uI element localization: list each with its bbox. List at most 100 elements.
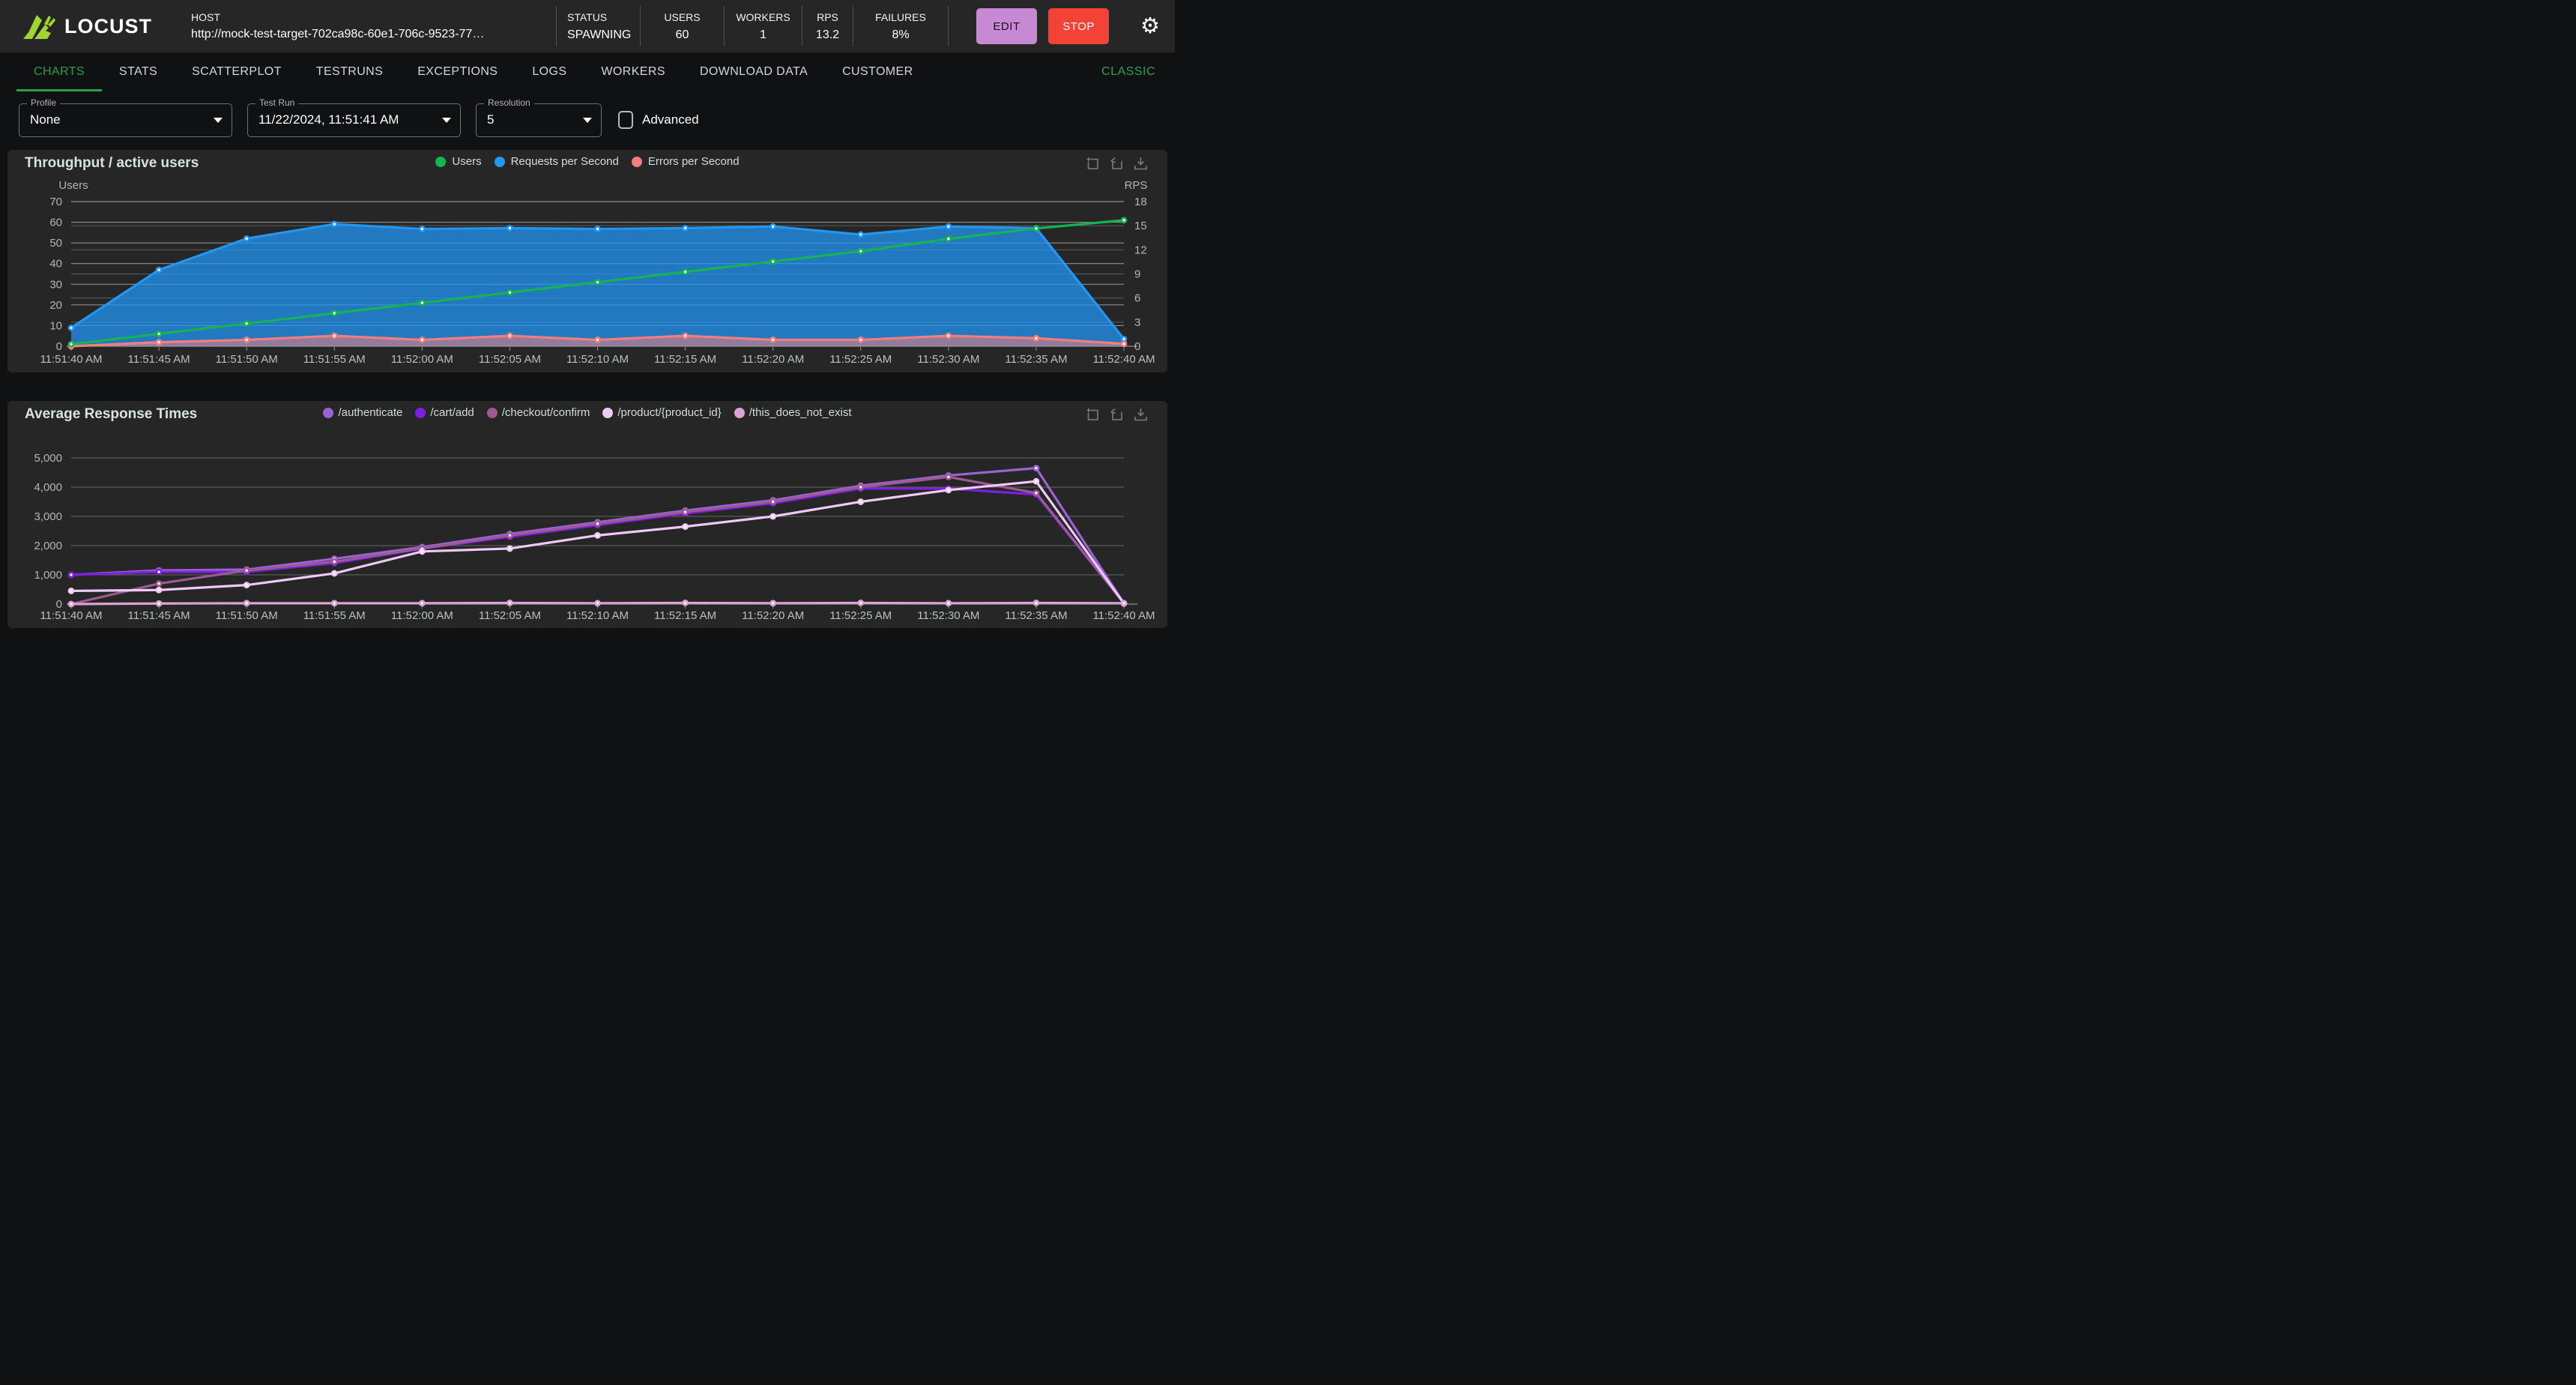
throughput-chart-card: 010203040506070Users0369121518RPS11:51:4… — [7, 150, 1167, 372]
chevron-down-icon — [583, 118, 592, 123]
tab-logs[interactable]: LOGS — [515, 52, 584, 91]
stat-rps-label: RPS — [813, 11, 842, 23]
legend-item-errors[interactable]: Errors per Second — [632, 155, 740, 168]
stat-failures-value: 8% — [864, 28, 937, 42]
legend-dot-users — [435, 157, 446, 167]
svg-text:11:52:00 AM: 11:52:00 AM — [391, 609, 453, 622]
tab-workers[interactable]: WORKERS — [584, 52, 682, 91]
svg-text:1,000: 1,000 — [34, 569, 62, 582]
classic-link[interactable]: CLASSIC — [1101, 52, 1155, 91]
svg-text:Users: Users — [58, 179, 88, 192]
legend-dot-this-does-not-exist — [734, 408, 745, 418]
svg-text:70: 70 — [49, 196, 62, 208]
svg-text:11:52:00 AM: 11:52:00 AM — [391, 353, 453, 366]
svg-text:11:52:15 AM: 11:52:15 AM — [654, 353, 716, 366]
test-run-select-value: 11/22/2024, 11:51:41 AM — [258, 112, 399, 127]
profile-select-label: Profile — [27, 97, 60, 108]
zoom-select-icon[interactable] — [1086, 408, 1100, 422]
locust-brand[interactable]: LOCUST — [0, 10, 191, 42]
tab-stats-label: STATS — [119, 65, 157, 79]
zoom-select-icon[interactable] — [1086, 157, 1100, 171]
svg-text:5,000: 5,000 — [34, 452, 62, 465]
resolution-select[interactable]: Resolution 5 — [476, 103, 602, 137]
svg-text:11:52:10 AM: 11:52:10 AM — [566, 609, 629, 622]
resolution-select-label: Resolution — [484, 97, 534, 108]
svg-text:30: 30 — [49, 278, 62, 291]
svg-text:11:51:45 AM: 11:51:45 AM — [128, 353, 190, 366]
legend-label-rps: Requests per Second — [511, 155, 619, 168]
svg-text:12: 12 — [1134, 244, 1147, 256]
legend-dot-rps — [495, 157, 505, 167]
legend-label-users: Users — [452, 155, 481, 168]
test-run-select[interactable]: Test Run 11/22/2024, 11:51:41 AM — [247, 103, 461, 137]
gear-icon[interactable]: ⚙ — [1140, 16, 1160, 37]
advanced-label: Advanced — [642, 112, 699, 127]
svg-text:11:52:25 AM: 11:52:25 AM — [829, 353, 892, 366]
stat-workers-value: 1 — [735, 28, 791, 42]
tab-scatterplot[interactable]: SCATTERPLOT — [175, 52, 299, 91]
svg-text:11:52:30 AM: 11:52:30 AM — [917, 353, 979, 366]
svg-text:3: 3 — [1134, 316, 1140, 329]
locust-logo-icon — [22, 10, 57, 42]
legend-item-product[interactable]: /product/{product_id} — [602, 406, 721, 419]
svg-text:11:52:25 AM: 11:52:25 AM — [829, 609, 892, 622]
svg-text:11:52:05 AM: 11:52:05 AM — [479, 353, 541, 366]
svg-text:11:52:05 AM: 11:52:05 AM — [479, 609, 541, 622]
svg-text:11:52:40 AM: 11:52:40 AM — [1092, 609, 1155, 622]
legend-item-cart-add[interactable]: /cart/add — [415, 406, 474, 419]
tab-testruns[interactable]: TESTRUNS — [299, 52, 400, 91]
advanced-checkbox[interactable] — [618, 111, 633, 129]
tab-stats[interactable]: STATS — [102, 52, 175, 91]
svg-text:2,000: 2,000 — [34, 540, 62, 552]
tab-exceptions[interactable]: EXCEPTIONS — [400, 52, 515, 91]
legend-label-this-does-not-exist: /this_does_not_exist — [749, 406, 852, 419]
stop-button[interactable]: STOP — [1048, 8, 1109, 44]
host-block: HOST http://mock-test-target-702ca98c-60… — [191, 11, 556, 41]
svg-text:11:52:30 AM: 11:52:30 AM — [917, 609, 979, 622]
restore-icon[interactable] — [1110, 157, 1124, 171]
stat-status: STATUS SPAWNING — [556, 6, 640, 46]
tab-exceptions-label: EXCEPTIONS — [417, 65, 498, 79]
response-times-chart-canvas[interactable]: 01,0002,0003,0004,0005,00011:51:40 AM11:… — [7, 401, 1167, 628]
svg-text:3,000: 3,000 — [34, 510, 62, 523]
tab-customer[interactable]: CUSTOMER — [825, 52, 930, 91]
profile-select[interactable]: Profile None — [19, 103, 232, 137]
stat-workers: WORKERS 1 — [724, 6, 802, 46]
legend-item-users[interactable]: Users — [435, 155, 481, 168]
svg-text:11:51:55 AM: 11:51:55 AM — [303, 353, 366, 366]
svg-text:11:51:50 AM: 11:51:50 AM — [216, 609, 278, 622]
svg-text:15: 15 — [1134, 220, 1147, 232]
save-image-icon[interactable] — [1134, 408, 1148, 422]
legend-dot-errors — [632, 157, 642, 167]
legend-label-cart-add: /cart/add — [430, 406, 474, 419]
active-tab-underline — [16, 89, 102, 91]
legend-dot-checkout-confirm — [487, 408, 498, 418]
response-times-legend: /authenticate /cart/add /checkout/confir… — [7, 406, 1167, 419]
locust-app: { "header": { "brand": "LOCUST", "host":… — [0, 0, 1175, 632]
advanced-toggle[interactable]: Advanced — [618, 111, 699, 129]
legend-item-authenticate[interactable]: /authenticate — [323, 406, 402, 419]
restore-icon[interactable] — [1110, 408, 1124, 422]
svg-text:4,000: 4,000 — [34, 481, 62, 494]
profile-select-value: None — [30, 112, 61, 127]
legend-item-rps[interactable]: Requests per Second — [495, 155, 619, 168]
stat-users: USERS 60 — [640, 6, 724, 46]
brand-name: LOCUST — [64, 15, 152, 38]
edit-button[interactable]: EDIT — [976, 8, 1037, 44]
legend-label-checkout-confirm: /checkout/confirm — [502, 406, 590, 419]
legend-item-this-does-not-exist[interactable]: /this_does_not_exist — [734, 406, 852, 419]
svg-text:11:52:35 AM: 11:52:35 AM — [1005, 609, 1067, 622]
tab-logs-label: LOGS — [532, 65, 566, 79]
svg-text:11:51:50 AM: 11:51:50 AM — [216, 353, 278, 366]
legend-item-checkout-confirm[interactable]: /checkout/confirm — [487, 406, 590, 419]
tab-charts[interactable]: CHARTS — [16, 52, 102, 91]
svg-text:11:52:20 AM: 11:52:20 AM — [742, 609, 804, 622]
svg-text:11:51:45 AM: 11:51:45 AM — [128, 609, 190, 622]
save-image-icon[interactable] — [1134, 157, 1148, 171]
stat-status-value: SPAWNING — [567, 28, 629, 42]
tab-download-data[interactable]: DOWNLOAD DATA — [683, 52, 825, 91]
tab-charts-label: CHARTS — [34, 65, 85, 79]
svg-text:11:51:55 AM: 11:51:55 AM — [303, 609, 366, 622]
throughput-chart-canvas[interactable]: 010203040506070Users0369121518RPS11:51:4… — [7, 150, 1167, 372]
host-label: HOST — [191, 11, 544, 23]
